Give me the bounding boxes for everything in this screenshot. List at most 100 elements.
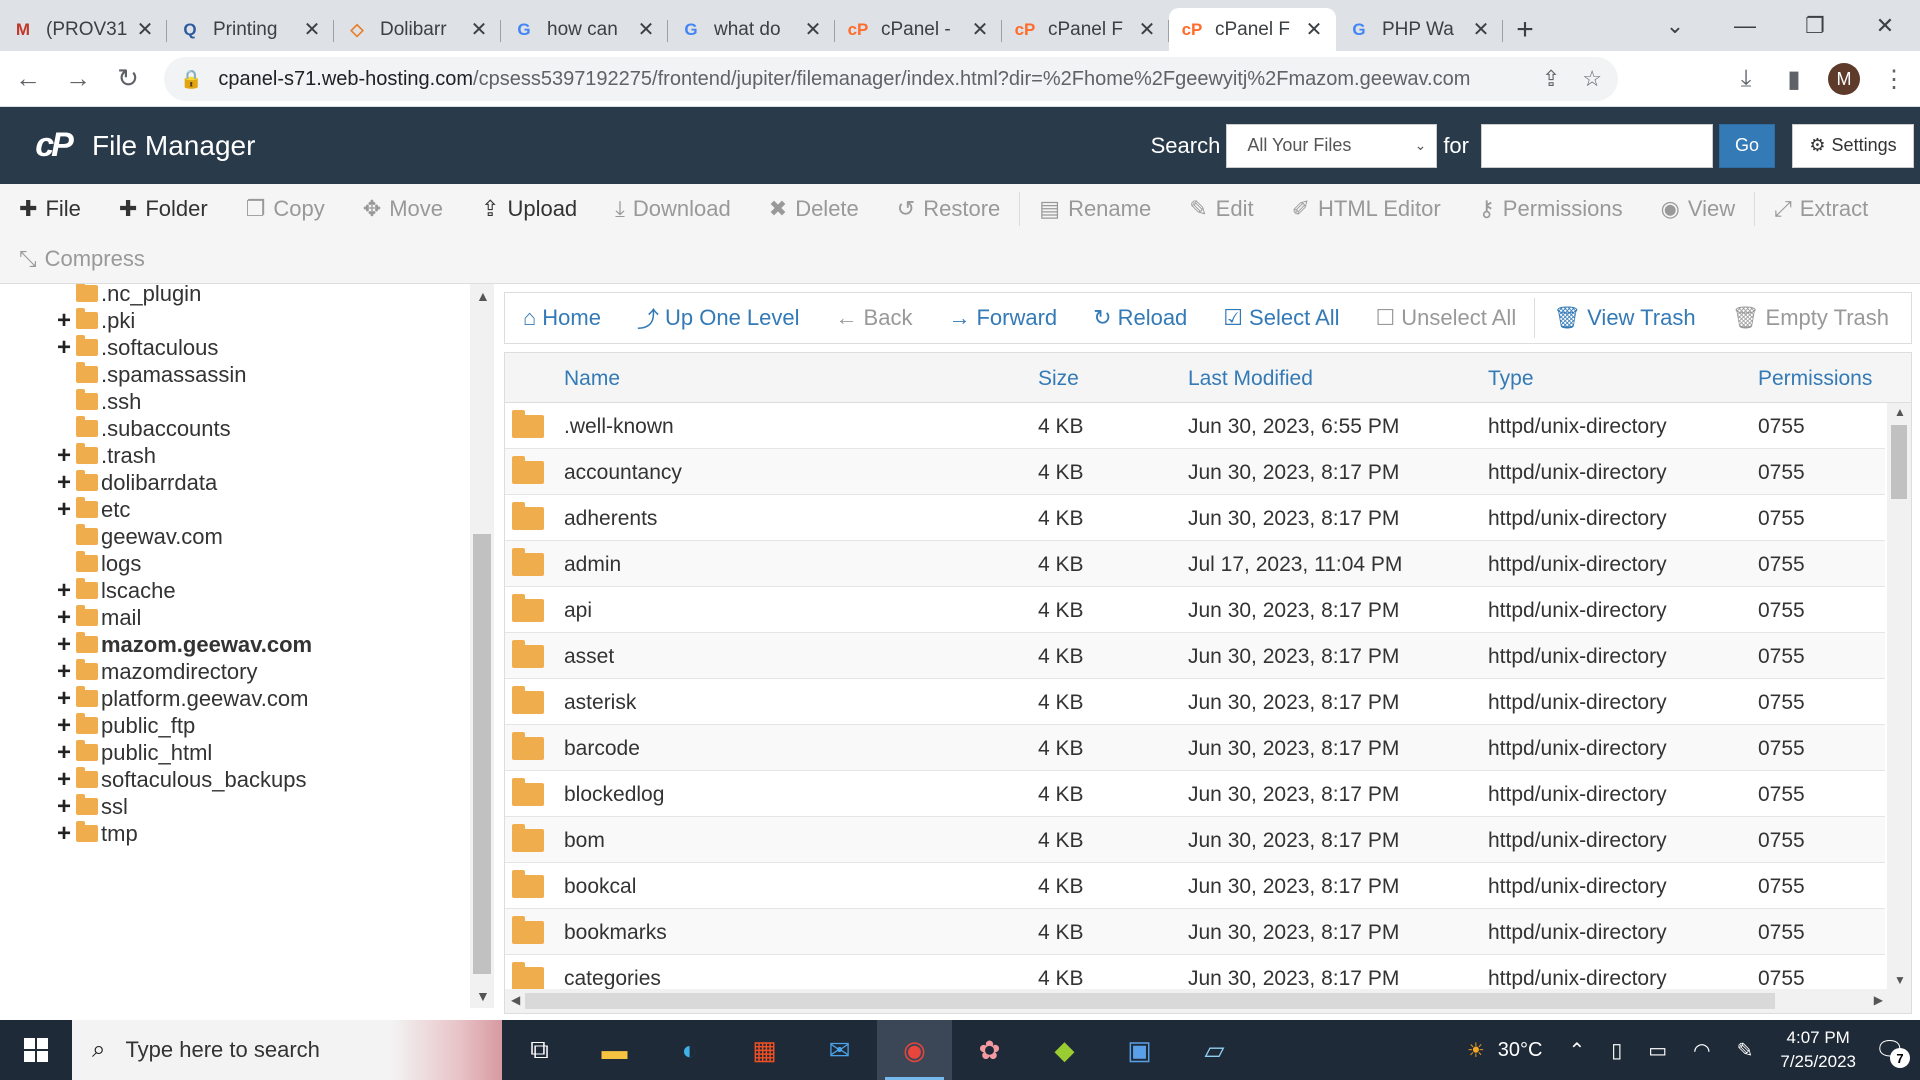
upload-button[interactable]: ⇪ Upload	[462, 184, 596, 234]
table-row[interactable]: barcode 4 KB Jun 30, 2023, 8:17 PM httpd/un…	[505, 725, 1885, 771]
notepad-icon[interactable]: ▱	[1177, 1020, 1252, 1080]
tab-close-icon[interactable]: ✕	[1304, 17, 1324, 42]
download-icon[interactable]: ⤓	[1732, 65, 1760, 93]
taskbar-search[interactable]: ⌕ Type here to search	[72, 1020, 502, 1080]
copy-button[interactable]: ❐ Copy	[227, 184, 344, 234]
browser-tab[interactable]: M (PROV31 ✕	[0, 8, 167, 51]
scroll-down-icon[interactable]: ▼	[476, 988, 490, 1004]
weather-icon[interactable]: ☀	[1467, 1038, 1485, 1063]
mail-icon[interactable]: ✉	[802, 1020, 877, 1080]
column-header-name[interactable]: Name	[564, 367, 620, 391]
battery-icon[interactable]: ▭	[1648, 1038, 1667, 1063]
reload-icon[interactable]: ↻	[106, 57, 150, 101]
file-name[interactable]: bookcal	[564, 875, 636, 899]
delete-button[interactable]: ✖ Delete	[750, 184, 878, 234]
browser-tab[interactable]: ◇ Dolibarr ✕	[334, 8, 501, 51]
file-name[interactable]: .well-known	[564, 415, 674, 439]
new-folder-button[interactable]: ✚ Folder	[100, 184, 227, 234]
scroll-left-icon[interactable]: ◀	[511, 993, 520, 1007]
restore-button[interactable]: ❐	[1780, 0, 1850, 51]
go-button[interactable]: Go	[1719, 123, 1775, 168]
edit-button[interactable]: ✎ Edit	[1170, 184, 1272, 234]
chevron-up-icon[interactable]: ⌃	[1568, 1038, 1585, 1063]
table-row[interactable]: bookcal 4 KB Jun 30, 2023, 8:17 PM httpd/un…	[505, 863, 1885, 909]
back-button[interactable]: ← Back	[818, 292, 931, 344]
weather-temperature[interactable]: 30°C	[1498, 1039, 1543, 1062]
table-row[interactable]: blockedlog 4 KB Jun 30, 2023, 8:17 PM httpd…	[505, 771, 1885, 817]
browser-tab[interactable]: cP cPanel - ✕	[835, 8, 1002, 51]
cpanel-logo[interactable]: cP	[30, 126, 76, 164]
tab-close-icon[interactable]: ✕	[803, 17, 823, 42]
table-row[interactable]: asterisk 4 KB Jun 30, 2023, 8:17 PM httpd/u…	[505, 679, 1885, 725]
edge-browser-icon[interactable]: ◐	[652, 1020, 727, 1080]
download-button[interactable]: ⤓ Download	[596, 184, 750, 234]
file-name[interactable]: bookmarks	[564, 921, 667, 945]
table-row[interactable]: adherents 4 KB Jun 30, 2023, 8:17 PM httpd/…	[505, 495, 1885, 541]
tree-scrollbar[interactable]: ▲ ▼	[470, 284, 494, 1008]
browser-tab[interactable]: Gwhat do ✕	[668, 8, 835, 51]
pen-icon[interactable]: ✎	[1737, 1038, 1754, 1063]
browser-tab[interactable]: G PHP Wa ✕	[1336, 8, 1503, 51]
table-scroll-thumb[interactable]	[1891, 425, 1907, 499]
tree-scroll-thumb[interactable]	[473, 534, 491, 974]
clock[interactable]: 4:07 PM 7/25/2023	[1780, 1026, 1856, 1074]
html-editor-button[interactable]: ✐ HTML Editor	[1273, 184, 1460, 234]
start-button[interactable]	[0, 1020, 72, 1080]
tab-close-icon[interactable]: ✕	[302, 17, 322, 42]
select-all-button[interactable]: ☑ Select All	[1205, 292, 1357, 344]
task-view-icon[interactable]: ⧉	[502, 1020, 577, 1080]
side-panel-icon[interactable]: ▮	[1780, 65, 1808, 94]
file-name[interactable]: accountancy	[564, 461, 682, 485]
view-button[interactable]: ◉ View	[1642, 184, 1755, 234]
file-name[interactable]: blockedlog	[564, 783, 664, 807]
column-header-type[interactable]: Type	[1488, 367, 1534, 391]
settings-button[interactable]: ⚙ Settings	[1792, 123, 1914, 168]
file-name[interactable]: categories	[564, 967, 661, 991]
extract-button[interactable]: ⤢ Extract	[1755, 184, 1887, 234]
rename-button[interactable]: ▤ Rename	[1020, 184, 1170, 234]
bookmark-star-icon[interactable]: ☆	[1582, 66, 1602, 92]
tab-close-icon[interactable]: ✕	[636, 17, 656, 42]
compress-button[interactable]: ⤡ Compress	[0, 234, 164, 284]
file-name[interactable]: asterisk	[564, 691, 636, 715]
file-name[interactable]: barcode	[564, 737, 640, 761]
browser-tab[interactable]: Ghow can ✕	[501, 8, 668, 51]
column-header-modified[interactable]: Last Modified	[1188, 367, 1313, 391]
table-row[interactable]: bom 4 KB Jun 30, 2023, 8:17 PM httpd/unix-d…	[505, 817, 1885, 863]
move-button[interactable]: ✥ Move	[344, 184, 462, 234]
forward-arrow-icon[interactable]: →	[56, 57, 100, 101]
table-row[interactable]: admin 4 KB Jul 17, 2023, 11:04 PM httpd/uni…	[505, 541, 1885, 587]
table-row[interactable]: bookmarks 4 KB Jun 30, 2023, 8:17 PM httpd/…	[505, 909, 1885, 955]
scroll-up-icon[interactable]: ▲	[476, 288, 490, 304]
permissions-button[interactable]: ⚷ Permissions	[1460, 184, 1642, 234]
close-window-button[interactable]: ✕	[1850, 0, 1920, 51]
file-name[interactable]: adherents	[564, 507, 657, 531]
back-arrow-icon[interactable]: ←	[6, 57, 50, 101]
file-name[interactable]: admin	[564, 553, 621, 577]
vpn-icon[interactable]: ▣	[1102, 1020, 1177, 1080]
table-horizontal-scrollbar[interactable]: ◀ ▶	[505, 989, 1911, 1013]
bluestacks-icon[interactable]: ◆	[1027, 1020, 1102, 1080]
file-name[interactable]: api	[564, 599, 592, 623]
scroll-down-icon[interactable]: ▼	[1894, 973, 1906, 987]
column-header-size[interactable]: Size	[1038, 367, 1079, 391]
tab-close-icon[interactable]: ✕	[970, 17, 990, 42]
tab-close-icon[interactable]: ✕	[469, 17, 489, 42]
minimize-button[interactable]: —	[1710, 0, 1780, 51]
browser-tab[interactable]: cP cPanel F ✕	[1169, 8, 1336, 51]
lock-icon[interactable]: 🔒	[180, 69, 202, 90]
tab-close-icon[interactable]: ✕	[1471, 17, 1491, 42]
home-button[interactable]: ⌂ Home	[505, 292, 619, 344]
menu-kebab-icon[interactable]: ⋮	[1880, 65, 1908, 94]
notifications-icon[interactable]: 🗨 7	[1870, 1030, 1910, 1070]
microsoft-store-icon[interactable]: ▦	[727, 1020, 802, 1080]
device-icon[interactable]: ▯	[1611, 1038, 1622, 1063]
new-file-button[interactable]: ✚ File	[0, 184, 100, 234]
share-icon[interactable]: ⇪	[1542, 66, 1560, 92]
profile-avatar[interactable]: M	[1828, 63, 1860, 95]
view-trash-button[interactable]: 🗑 View Trash	[1535, 292, 1713, 344]
browser-tab[interactable]: Q Printing ✕	[167, 8, 334, 51]
file-explorer-icon[interactable]: ▬	[577, 1020, 652, 1080]
table-row[interactable]: accountancy 4 KB Jun 30, 2023, 8:17 PM http…	[505, 449, 1885, 495]
scroll-up-icon[interactable]: ▲	[1894, 405, 1906, 419]
